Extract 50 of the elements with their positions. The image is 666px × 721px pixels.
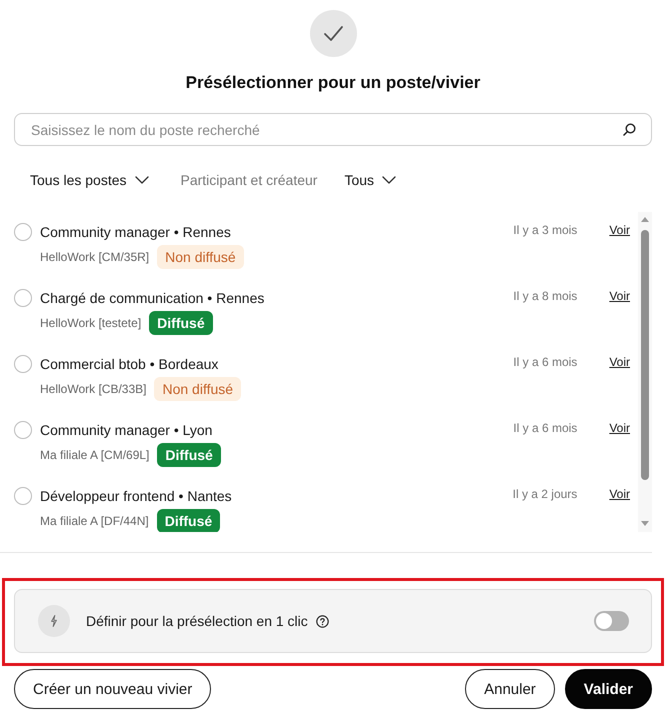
view-link[interactable]: Voir — [609, 222, 630, 238]
primary-button[interactable]: Valider — [564, 669, 652, 709]
filter-label: Participant et créateur — [180, 171, 318, 190]
radio-button[interactable] — [14, 223, 32, 241]
radio-button[interactable] — [14, 421, 32, 439]
posted-time: Il y a 6 mois — [513, 354, 578, 370]
posted-time: Il y a 3 mois — [513, 222, 578, 238]
chevron-down-icon — [134, 176, 148, 184]
outline-button[interactable]: Annuler — [465, 669, 555, 709]
status-badge: Diffusé — [156, 509, 220, 532]
job-title: Community manager • Rennes — [40, 223, 232, 242]
view-link[interactable]: Voir — [609, 354, 630, 370]
posted-time: Il y a 2 jours — [512, 486, 578, 502]
chevron-down-icon — [382, 176, 396, 184]
job-reference: Ma filiale A [DF/44N] — [40, 514, 149, 528]
job-title: Community manager • Lyon — [40, 421, 214, 440]
job-reference: Ma filiale A [CM/69L] — [40, 448, 150, 462]
job-title: Commercial btob • Bordeaux — [40, 355, 220, 374]
status-badge: Diffusé — [157, 443, 221, 467]
status-badge: Non diffusé — [154, 377, 242, 401]
scroll-up-arrow-icon[interactable] — [641, 217, 649, 222]
job-reference: HelloWork [CM/35R] — [40, 250, 150, 264]
radio-button[interactable] — [14, 289, 32, 307]
job-reference: HelloWork [testete] — [40, 316, 142, 330]
filter-dropdown[interactable]: Tous les postes — [30, 168, 148, 192]
view-link[interactable]: Voir — [609, 486, 630, 502]
view-link[interactable]: Voir — [609, 420, 630, 436]
one-click-label: Définir pour la présélection en 1 clic — [86, 613, 308, 629]
radio-button[interactable] — [14, 487, 32, 505]
status-badge: Non diffusé — [157, 245, 244, 269]
view-link[interactable]: Voir — [609, 288, 630, 304]
scrollbar[interactable] — [638, 212, 652, 532]
dialog-title: Présélectionner pour un poste/vivier — [186, 72, 480, 94]
scroll-down-arrow-icon[interactable] — [641, 521, 649, 526]
help-icon[interactable] — [316, 614, 329, 628]
filter-dropdown[interactable]: Tous — [344, 168, 396, 192]
status-badge: Diffusé — [149, 311, 213, 335]
posted-time: Il y a 6 mois — [513, 420, 578, 436]
job-title: Chargé de communication • Rennes — [40, 289, 266, 308]
search-field[interactable]: Saisissez le nom du poste recherché — [14, 113, 652, 146]
outline-button[interactable]: Créer un nouveau vivier — [14, 669, 212, 709]
job-title: Développeur frontend • Nantes — [40, 487, 233, 506]
check-icon — [310, 10, 356, 57]
lightning-icon — [38, 605, 70, 637]
toggle-switch[interactable] — [594, 611, 629, 631]
job-reference: HelloWork [CB/33B] — [40, 382, 146, 396]
radio-button[interactable] — [14, 355, 32, 373]
posted-time: Il y a 8 mois — [513, 288, 578, 304]
search-icon[interactable] — [623, 123, 636, 136]
scrollbar-thumb[interactable] — [641, 230, 649, 480]
